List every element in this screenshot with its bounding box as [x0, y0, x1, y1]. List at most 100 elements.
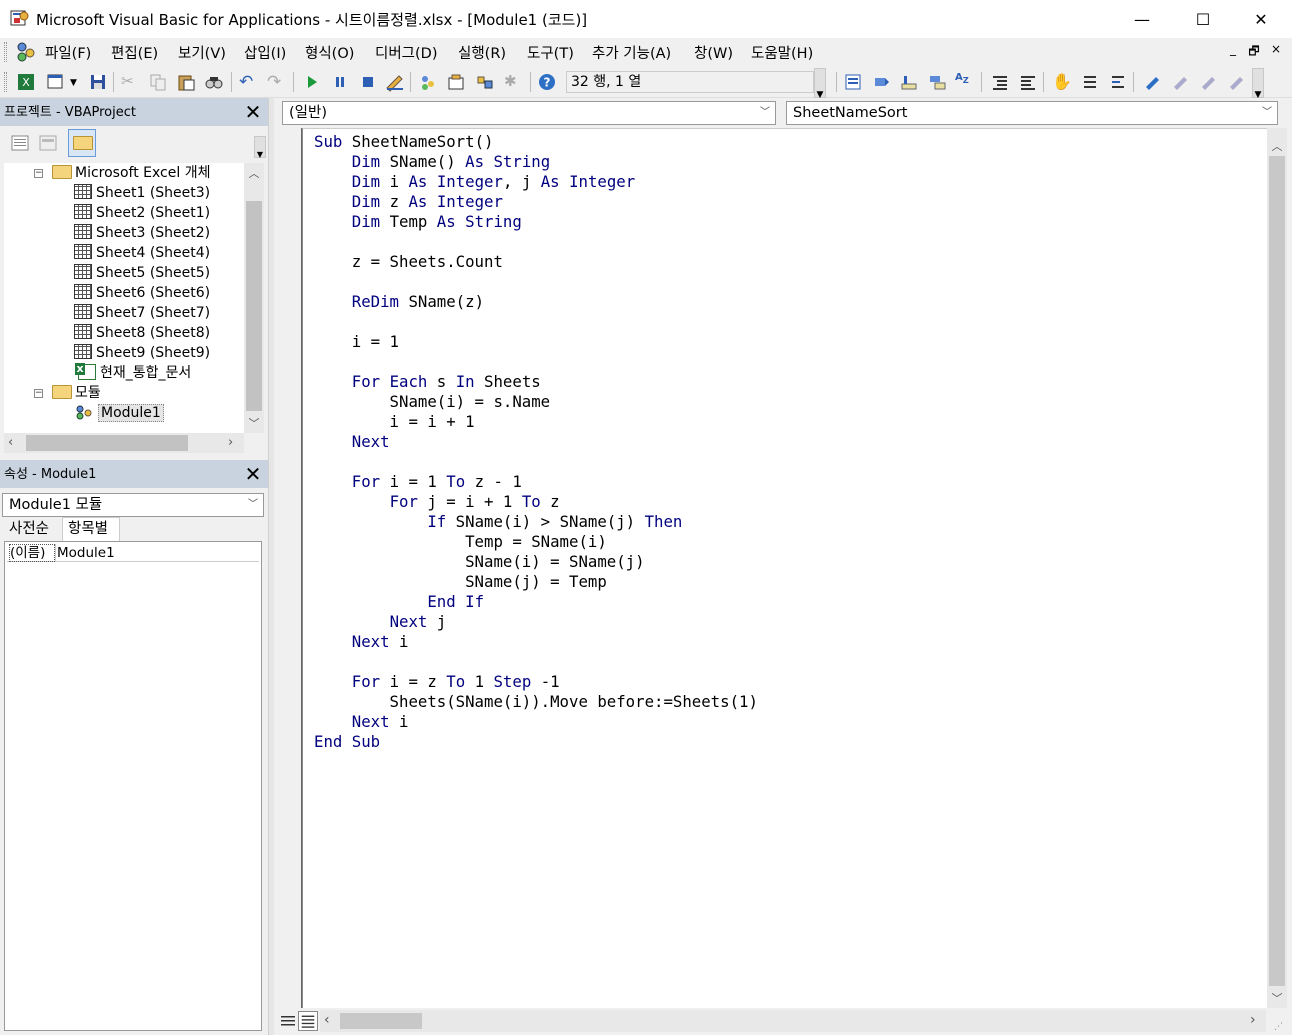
object-browser-icon[interactable]	[475, 72, 495, 92]
parameter-info-icon[interactable]	[927, 72, 947, 92]
scroll-down-icon[interactable]: ﹀	[244, 415, 264, 431]
editor-vscroll-thumb[interactable]	[1269, 156, 1285, 986]
menu-view[interactable]: 보기(V)	[178, 42, 226, 63]
cut-icon[interactable]: ✂	[121, 72, 141, 92]
menu-addins[interactable]: 추가 기능(A)	[592, 42, 671, 63]
scroll-down-icon[interactable]: ﹀	[1267, 990, 1287, 1006]
reset-icon[interactable]	[358, 72, 378, 92]
list-properties-icon[interactable]	[843, 72, 863, 92]
menu-insert[interactable]: 삽입(I)	[244, 42, 286, 63]
insert-dropdown-icon[interactable]: ▼	[70, 78, 77, 88]
menu-file[interactable]: 파일(F)	[45, 42, 91, 63]
code-line[interactable]: Sheets(SName(i)).Move before:=Sheets(1)	[314, 692, 758, 712]
code-line[interactable]: Dim SName() As String	[314, 152, 758, 172]
tree-node-sheet1[interactable]: Sheet1 (Sheet3)	[74, 183, 210, 203]
view-excel-icon[interactable]: X	[16, 72, 36, 92]
menu-debug[interactable]: 디버그(D)	[375, 42, 438, 63]
tree-node-sheet2[interactable]: Sheet2 (Sheet1)	[74, 203, 210, 223]
tree-node-sheet7[interactable]: Sheet7 (Sheet7)	[74, 303, 210, 323]
tree-vertical-scrollbar[interactable]: ︿ ﹀	[244, 163, 264, 433]
procedure-view-icon[interactable]	[278, 1011, 298, 1031]
code-line[interactable]: i = i + 1	[314, 412, 758, 432]
tree-expander-excel-objects[interactable]: −	[34, 169, 43, 178]
code-editor[interactable]: Sub SheetNameSort() Dim SName() As Strin…	[302, 128, 1267, 1008]
toggle-breakpoint-icon[interactable]: ✋	[1052, 72, 1072, 92]
menu-window[interactable]: 창(W)	[694, 42, 733, 63]
toolbox-icon[interactable]: ✱	[504, 72, 524, 92]
code-line[interactable]: z = Sheets.Count	[314, 252, 758, 272]
tree-expander-modules[interactable]: −	[34, 389, 43, 398]
minimize-button[interactable]: —	[1119, 0, 1165, 38]
code-line[interactable]: For j = i + 1 To z	[314, 492, 758, 512]
help-icon[interactable]: ?	[537, 72, 557, 92]
comment-block-icon[interactable]	[1080, 72, 1100, 92]
run-icon[interactable]	[302, 72, 322, 92]
outdent-icon[interactable]	[1018, 72, 1038, 92]
editor-hscroll-thumb[interactable]	[340, 1013, 422, 1029]
tree-node-sheet4[interactable]: Sheet4 (Sheet4)	[74, 243, 210, 263]
menu-run[interactable]: 실행(R)	[458, 42, 506, 63]
code-margin-indicator-bar[interactable]	[276, 128, 302, 1008]
project-toolbar-overflow[interactable]: ▼	[254, 136, 266, 159]
code-line[interactable]	[314, 652, 758, 672]
mdi-restore-button[interactable]: 🗗	[1244, 42, 1264, 63]
menu-edit[interactable]: 편집(E)	[111, 42, 158, 63]
scroll-up-icon[interactable]: ︿	[244, 165, 264, 181]
code-line[interactable]: Next	[314, 432, 758, 452]
view-code-icon[interactable]	[10, 134, 30, 152]
code-line[interactable]: Dim z As Integer	[314, 192, 758, 212]
properties-object-combo[interactable]: Module1 모듈 ﹀	[2, 493, 264, 517]
code-line[interactable]: Sub SheetNameSort()	[314, 132, 758, 152]
tree-node-sheet6[interactable]: Sheet6 (Sheet6)	[74, 283, 210, 303]
tree-node-sheet8[interactable]: Sheet8 (Sheet8)	[74, 323, 210, 343]
code-line[interactable]: For i = z To 1 Step -1	[314, 672, 758, 692]
vba-project-icon[interactable]	[14, 41, 38, 63]
save-icon[interactable]	[88, 72, 108, 92]
code-line[interactable]: Dim i As Integer, j As Integer	[314, 172, 758, 192]
list-constants-icon[interactable]	[871, 72, 891, 92]
tab-alphabetic[interactable]: 사전순	[4, 518, 62, 540]
code-line[interactable]: i = 1	[314, 332, 758, 352]
code-line[interactable]: End Sub	[314, 732, 758, 752]
redo-icon[interactable]: ↷	[267, 72, 287, 92]
code-line[interactable]	[314, 452, 758, 472]
toggle-bookmark-icon[interactable]	[1142, 72, 1162, 92]
code-line[interactable]: End If	[314, 592, 758, 612]
next-bookmark-icon[interactable]	[1170, 72, 1190, 92]
scroll-right-icon[interactable]: ›	[1250, 1012, 1256, 1028]
code-line[interactable]	[314, 312, 758, 332]
tree-node-excel-objects[interactable]: Microsoft Excel 개체	[52, 163, 210, 183]
insert-userform-icon[interactable]	[46, 72, 66, 92]
close-button[interactable]: ✕	[1238, 0, 1284, 38]
code-line[interactable]: Next i	[314, 712, 758, 732]
tree-node-modules[interactable]: 모듈	[52, 383, 101, 403]
menu-help[interactable]: 도움말(H)	[751, 42, 813, 63]
menu-tools[interactable]: 도구(T)	[527, 42, 574, 63]
complete-word-icon[interactable]: AZ	[955, 72, 975, 92]
code-line[interactable]: For i = 1 To z - 1	[314, 472, 758, 492]
scroll-left-icon[interactable]: ‹	[8, 435, 13, 450]
procedure-combo[interactable]: SheetNameSort ﹀	[786, 101, 1278, 125]
resize-grip-icon[interactable]: ⋰	[1274, 1022, 1283, 1032]
code-line[interactable]: SName(i) = SName(j)	[314, 552, 758, 572]
code-line[interactable]: ReDim SName(z)	[314, 292, 758, 312]
toolbar-overflow-chevron[interactable]: ▼	[814, 68, 826, 100]
tree-node-sheet3[interactable]: Sheet3 (Sheet2)	[74, 223, 210, 243]
editor-vertical-scrollbar[interactable]: ︿ ﹀	[1267, 128, 1287, 1008]
code-line[interactable]: If SName(i) > SName(j) Then	[314, 512, 758, 532]
view-object-icon[interactable]	[38, 134, 58, 152]
object-combo[interactable]: (일반) ﹀	[282, 101, 776, 125]
toolbar-overflow-chevron-2[interactable]: ▼	[1252, 68, 1264, 100]
quick-info-icon[interactable]	[899, 72, 919, 92]
code-line[interactable]: Next j	[314, 612, 758, 632]
property-value[interactable]: Module1	[57, 545, 115, 561]
find-icon[interactable]	[204, 72, 224, 92]
mdi-close-button[interactable]: ×	[1266, 42, 1286, 56]
maximize-button[interactable]: ☐	[1180, 0, 1226, 38]
code-line[interactable]: Next i	[314, 632, 758, 652]
properties-window-icon[interactable]	[446, 72, 466, 92]
tab-categorized[interactable]: 항목별	[62, 517, 120, 541]
code-line[interactable]: SName(i) = s.Name	[314, 392, 758, 412]
design-mode-icon[interactable]	[385, 72, 405, 92]
scroll-right-icon[interactable]: ›	[228, 435, 233, 450]
